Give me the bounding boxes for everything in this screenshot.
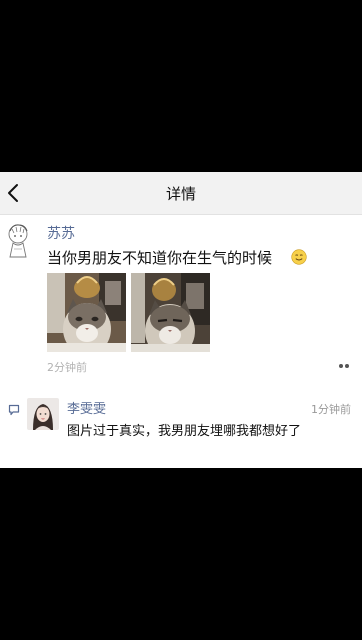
more-dot-icon [345,364,349,368]
more-actions-button[interactable] [333,358,355,374]
comment-text: 图片过于真实，我男朋友埋哪我都想好了 [67,424,302,439]
smiley-emoji-icon [291,249,307,265]
more-dot-icon [339,364,343,368]
comments-section: 李雯雯 1分钟前 图片过于真实，我男朋友埋哪我都想好了 [0,386,362,439]
post-author-name[interactable]: 苏苏 [47,223,75,243]
post-author-avatar[interactable] [4,221,32,261]
post-image-1[interactable] [47,273,126,352]
post-timestamp: 2分钟前 [47,361,87,374]
post-text: 当你男朋友不知道你在生气的时候 [47,249,273,267]
moment-detail-screen: 详情 苏苏 当你男朋友不知道你在生气的时候 2分钟前 李雯雯 1分钟前 图片过于… [0,172,362,468]
nav-bar: 详情 [0,172,362,215]
cat-photo-icon [131,273,210,352]
comment-timestamp: 1分钟前 [311,403,351,416]
comment-author-name[interactable]: 李雯雯 [67,398,106,417]
comment-bubble-icon [8,404,20,416]
comment-author-avatar[interactable] [27,398,59,430]
page-title: 详情 [165,185,196,203]
cat-photo-icon [47,273,126,352]
post-image-2[interactable] [131,273,210,352]
